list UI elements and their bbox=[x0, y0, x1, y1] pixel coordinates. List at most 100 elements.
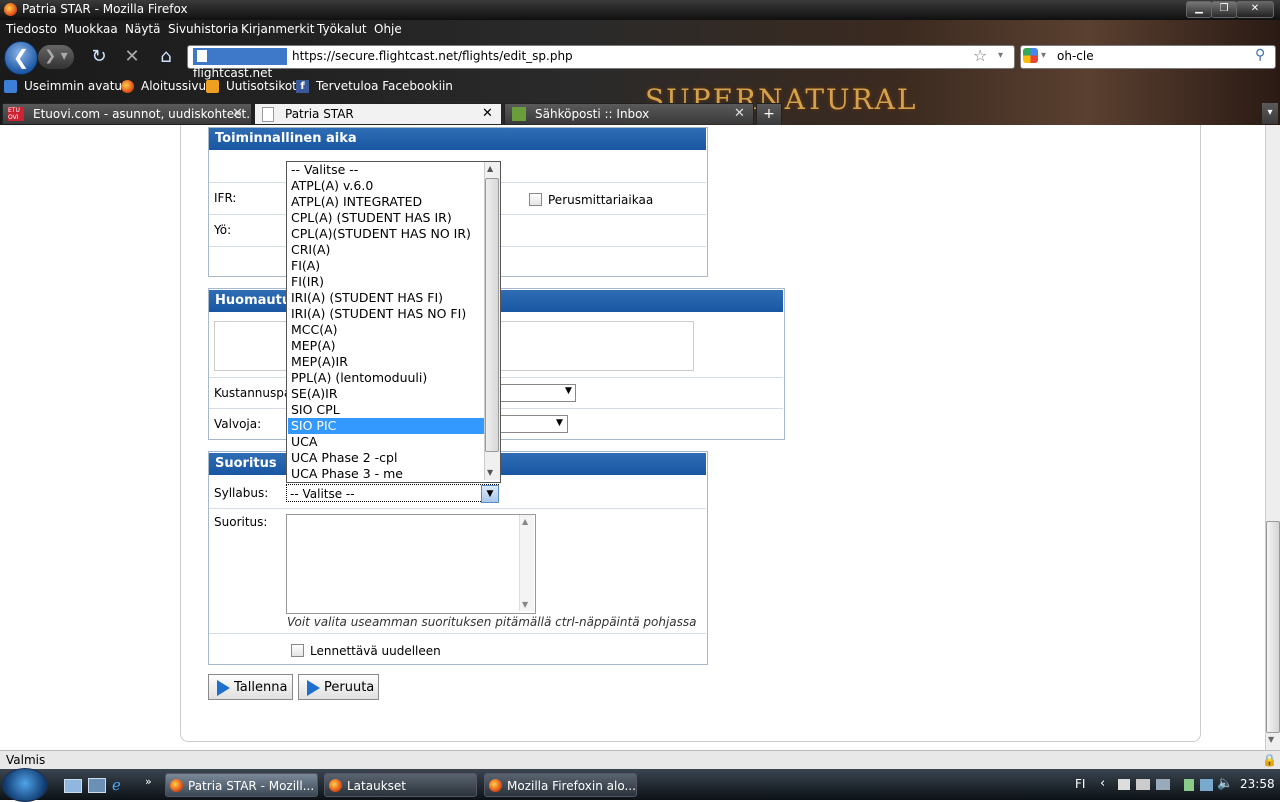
scroll-up-icon[interactable]: ▲ bbox=[487, 164, 493, 173]
listbox-scrollbar[interactable] bbox=[519, 515, 534, 611]
menu-sivuhistoria[interactable]: Sivuhistoria bbox=[168, 22, 239, 36]
save-button[interactable]: Tallenna bbox=[208, 674, 293, 700]
basic-instrument-time-checkbox[interactable] bbox=[529, 193, 542, 206]
scroll-down-icon[interactable]: ▼ bbox=[522, 600, 528, 609]
volume-icon[interactable]: 🔈 bbox=[1217, 776, 1233, 791]
dropdown-option[interactable]: PPL(A) (lentomoduuli) bbox=[288, 370, 484, 386]
switch-windows-icon[interactable] bbox=[88, 778, 106, 793]
quicklaunch-more-icon[interactable]: » bbox=[145, 775, 152, 788]
tray-icon[interactable] bbox=[1156, 779, 1170, 790]
taskbar-item-downloads[interactable]: Lataukset bbox=[324, 773, 477, 797]
language-indicator[interactable]: FI bbox=[1075, 777, 1085, 791]
menu-kirjanmerkit[interactable]: Kirjanmerkit bbox=[241, 22, 314, 36]
start-button[interactable] bbox=[2, 768, 48, 802]
url-dropdown-icon[interactable]: ▾ bbox=[998, 50, 1003, 61]
menu-ohje[interactable]: Ohje bbox=[374, 22, 402, 36]
syllabus-select[interactable]: -- Valitse -- bbox=[286, 484, 499, 502]
internet-explorer-icon[interactable]: ℯ bbox=[112, 776, 121, 794]
minimize-button[interactable]: ▁ bbox=[1186, 1, 1212, 18]
dropdown-option[interactable]: UCA Phase 2 -cpl bbox=[288, 450, 484, 466]
back-button[interactable]: ❮ bbox=[4, 41, 38, 75]
dropdown-option[interactable]: MEP(A)IR bbox=[288, 354, 484, 370]
tab-etuovi[interactable]: Etuovi.com - asunnot, uudiskohteet... bbox=[2, 103, 252, 124]
dropdown-option[interactable]: IRI(A) (STUDENT HAS FI) bbox=[288, 290, 484, 306]
bookmark-most-visited[interactable]: Useimmin avatut bbox=[24, 79, 127, 93]
dropdown-option[interactable]: FI(IR) bbox=[288, 274, 484, 290]
google-search-engine-icon[interactable] bbox=[1023, 48, 1038, 63]
scroll-down-icon[interactable]: ▼ bbox=[487, 468, 493, 477]
show-desktop-icon[interactable] bbox=[64, 779, 82, 793]
bookmark-facebook[interactable]: Tervetuloa Facebookiin bbox=[316, 79, 453, 93]
cancel-button[interactable]: Peruuta bbox=[298, 674, 379, 700]
tray-icon[interactable] bbox=[1118, 779, 1130, 790]
bookmark-star-icon[interactable]: ☆ bbox=[973, 46, 987, 65]
battery-icon[interactable] bbox=[1184, 779, 1194, 791]
taskbar-item-patria[interactable]: Patria STAR - Mozill... bbox=[165, 773, 318, 797]
dropdown-option[interactable]: SIO PIC bbox=[288, 418, 484, 434]
dropdown-option[interactable]: SIO CPL bbox=[288, 402, 484, 418]
dropdown-option[interactable]: CPL(A)(STUDENT HAS NO IR) bbox=[288, 226, 484, 242]
multi-select-hint: Voit valita useamman suorituksen pitämäl… bbox=[287, 615, 697, 629]
tray-icon[interactable] bbox=[1136, 779, 1150, 790]
fly-again-checkbox[interactable] bbox=[291, 644, 304, 657]
menu-muokkaa[interactable]: Muokkaa bbox=[64, 22, 118, 36]
lock-icon[interactable]: 🔒 bbox=[1262, 753, 1277, 767]
chevron-down-icon[interactable]: ▼ bbox=[481, 485, 499, 503]
etuovi-favicon: ETU OVI bbox=[8, 107, 24, 121]
dropdown-option[interactable]: ATPL(A) INTEGRATED bbox=[288, 194, 484, 210]
scroll-up-icon[interactable]: ▲ bbox=[522, 517, 528, 526]
dropdown-option[interactable]: ATPL(A) v.6.0 bbox=[288, 178, 484, 194]
site-identity-badge[interactable]: flightcast.net bbox=[193, 48, 287, 80]
dropdown-option[interactable]: MCC(A) bbox=[288, 322, 484, 338]
completion-label: Suoritus: bbox=[214, 515, 268, 529]
stop-icon[interactable]: ✕ bbox=[121, 46, 143, 68]
firefox-icon bbox=[170, 779, 183, 792]
tray-expand-icon[interactable]: ‹ bbox=[1100, 776, 1105, 791]
dropdown-option[interactable]: UCA bbox=[288, 434, 484, 450]
home-icon[interactable]: ⌂ bbox=[155, 46, 177, 68]
close-window-button[interactable]: ✕ bbox=[1236, 1, 1274, 18]
reload-icon[interactable]: ↻ bbox=[88, 46, 110, 68]
close-tab-icon[interactable]: ✕ bbox=[232, 106, 243, 121]
menu-nayta[interactable]: Näytä bbox=[125, 22, 161, 36]
dropdown-option[interactable]: MEP(A) bbox=[288, 338, 484, 354]
completion-listbox[interactable] bbox=[286, 514, 536, 614]
dropdown-scroll-thumb[interactable] bbox=[485, 178, 499, 452]
search-engine-dropdown-icon[interactable]: ▾ bbox=[1041, 50, 1046, 61]
bookmark-headlines[interactable]: Uutisotsikot bbox=[226, 79, 297, 93]
tab-patria-star[interactable]: Patria STAR bbox=[254, 103, 502, 124]
dropdown-option[interactable]: IRI(A) (STUDENT HAS NO FI) bbox=[288, 306, 484, 322]
tab-list-button[interactable]: ▾ bbox=[1262, 103, 1278, 124]
maximize-button[interactable]: ❐ bbox=[1211, 1, 1237, 18]
dropdown-option[interactable]: -- Valitse -- bbox=[288, 162, 484, 178]
site-badge-text: flightcast.net bbox=[193, 66, 273, 80]
url-text[interactable]: https://secure.flightcast.net/flights/ed… bbox=[292, 49, 573, 63]
page-scroll-thumb[interactable] bbox=[1266, 521, 1280, 733]
search-input[interactable]: oh-cle bbox=[1057, 49, 1094, 63]
bookmark-start-page[interactable]: Aloitussivu bbox=[141, 79, 206, 93]
scroll-down-icon[interactable]: ▼ bbox=[1268, 735, 1274, 744]
clock[interactable]: 23:58 bbox=[1240, 777, 1275, 791]
menu-tiedosto[interactable]: Tiedosto bbox=[6, 22, 57, 36]
forward-button[interactable]: ❯ ▾ bbox=[38, 45, 74, 69]
dropdown-option[interactable]: FI(A) bbox=[288, 258, 484, 274]
firefox-icon bbox=[4, 3, 17, 16]
close-tab-icon[interactable]: ✕ bbox=[734, 106, 745, 121]
tab-label: Patria STAR bbox=[285, 107, 354, 121]
dropdown-option[interactable]: UCA Phase 3 - me bbox=[288, 466, 484, 482]
network-icon[interactable] bbox=[1200, 779, 1213, 791]
status-text: Valmis bbox=[6, 753, 46, 767]
save-button-label: Tallenna bbox=[234, 680, 288, 695]
night-label: Yö: bbox=[214, 223, 232, 237]
dropdown-option[interactable]: SE(A)IR bbox=[288, 386, 484, 402]
new-tab-button[interactable]: + bbox=[756, 103, 782, 126]
menu-tyokalut[interactable]: Työkalut bbox=[317, 22, 367, 36]
tab-sahkoposti[interactable]: Sähköposti :: Inbox bbox=[504, 103, 754, 124]
close-tab-icon[interactable]: ✕ bbox=[482, 106, 493, 121]
taskbar-item-firefox-start[interactable]: Mozilla Firefoxin alo... bbox=[484, 773, 637, 797]
dropdown-option[interactable]: CPL(A) (STUDENT HAS IR) bbox=[288, 210, 484, 226]
search-icon[interactable]: ⚲ bbox=[1255, 47, 1265, 63]
supervisor-label: Valvoja: bbox=[214, 417, 262, 431]
dropdown-option[interactable]: CRI(A) bbox=[288, 242, 484, 258]
cancel-button-label: Peruuta bbox=[324, 680, 375, 695]
